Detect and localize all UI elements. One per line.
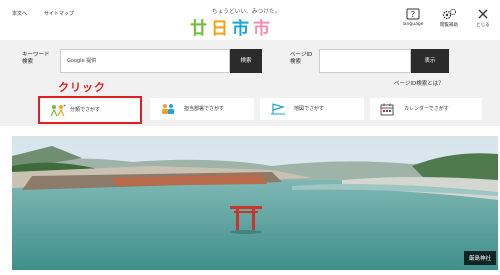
- skip-to-content-link[interactable]: 本文へ: [12, 10, 27, 17]
- close-menu-button[interactable]: とじる: [470, 8, 496, 28]
- logo-char-4: 市: [253, 19, 274, 39]
- language-label: language: [402, 22, 424, 27]
- svg-text:?: ?: [411, 10, 415, 19]
- department-search-label: 担当部署でさがす: [184, 106, 225, 112]
- map-search-button[interactable]: 地図でさがす: [260, 98, 364, 120]
- question-box-icon: ?: [406, 8, 420, 20]
- site-logo[interactable]: 廿日市市: [190, 14, 274, 39]
- language-button[interactable]: ? language: [398, 8, 428, 27]
- itsukushima-photo: [12, 136, 498, 270]
- close-label: とじる: [476, 23, 490, 28]
- photo-caption: 厳島神社: [463, 251, 496, 265]
- accessibility-label: 閲覧補助: [440, 23, 458, 28]
- gears-icon: [442, 9, 456, 20]
- pageid-show-button[interactable]: 表示: [411, 49, 449, 73]
- logo-char-2: 日: [211, 19, 232, 39]
- hero-image: 厳島神社: [12, 136, 498, 270]
- calendar-search-label: カレンダーでさがす: [404, 106, 449, 112]
- keyword-search-input[interactable]: Google 提供: [60, 49, 230, 73]
- logo-char-3: 市: [232, 19, 253, 39]
- map-flag-icon: [271, 103, 286, 115]
- calendar-icon: [380, 103, 394, 116]
- map-search-label: 地図でさがす: [294, 106, 325, 112]
- pageid-search-label: ページID 検索: [290, 52, 313, 65]
- pageid-input[interactable]: [319, 49, 411, 73]
- calendar-search-button[interactable]: カレンダーでさがす: [370, 98, 482, 120]
- accessibility-button[interactable]: 閲覧補助: [434, 8, 464, 28]
- staff-icon: [162, 104, 174, 114]
- pageid-help-link[interactable]: ページID検索とは？: [394, 79, 444, 87]
- keyword-search-label: キーワード 検索: [22, 52, 50, 65]
- category-search-button[interactable]: 分類でさがす: [38, 96, 142, 124]
- category-search-label: 分類でさがす: [70, 107, 101, 113]
- click-annotation: クリック: [58, 81, 106, 94]
- department-search-button[interactable]: 担当部署でさがす: [150, 98, 254, 120]
- close-icon: [478, 9, 488, 19]
- people-category-icon: [50, 104, 66, 117]
- logo-char-1: 廿: [190, 19, 211, 39]
- keyword-search-button[interactable]: 検索: [230, 49, 262, 73]
- sitemap-link[interactable]: サイトマップ: [44, 10, 74, 17]
